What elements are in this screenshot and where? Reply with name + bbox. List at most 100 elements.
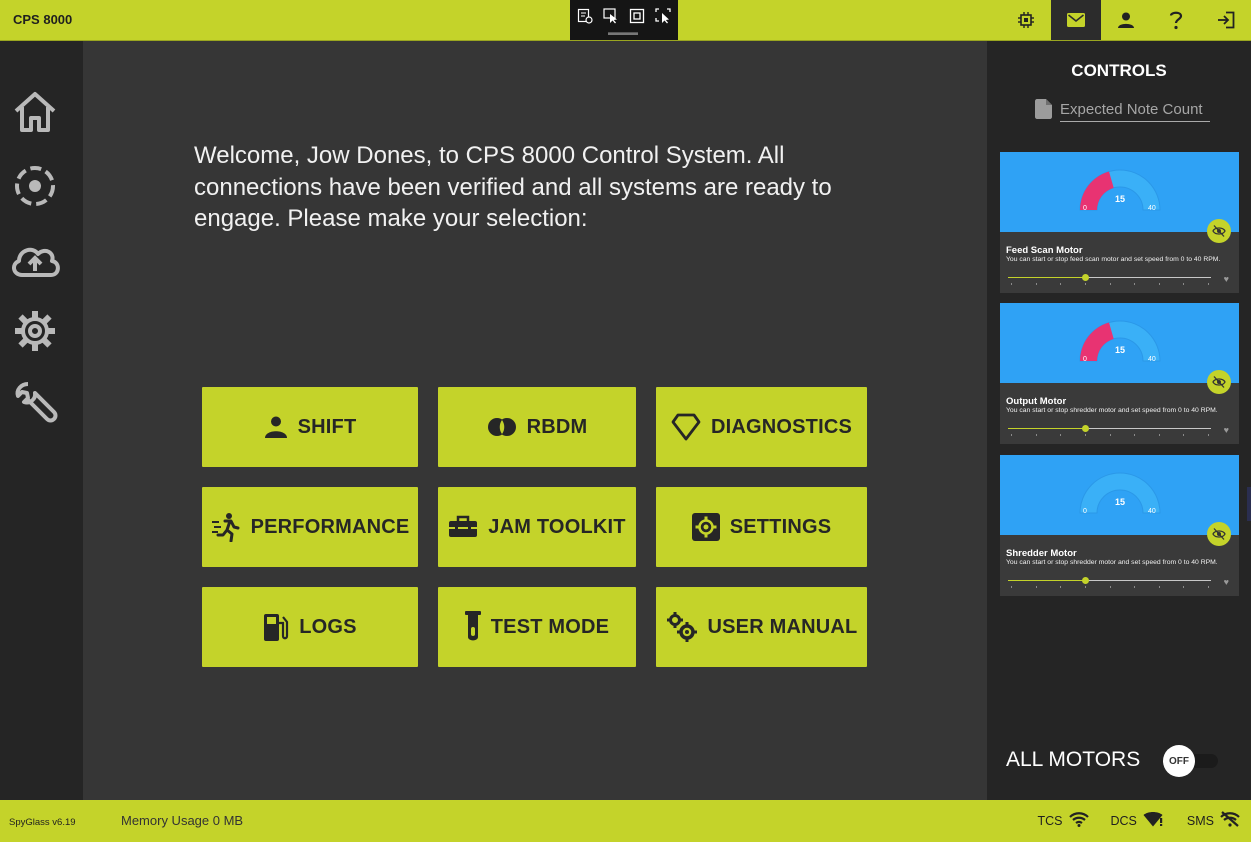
motor-gauge-min: 0 [1083,356,1087,363]
dev-toolbar [570,0,678,40]
welcome-message: Welcome, Jow Dones, to CPS 8000 Control … [194,142,832,232]
rbdm-button[interactable]: RBDM [438,387,636,467]
dcs-label: DCS [1110,813,1137,828]
connection-indicators: TCS DCS SMS [1038,811,1241,830]
motor-card: 15 0 40 Feed Scan Motor You can start or… [1000,152,1239,293]
document-icon [1035,98,1052,124]
help-icon[interactable] [1151,0,1201,40]
test-tube-icon [464,611,481,643]
user-icon[interactable] [1101,0,1151,40]
diagnostics-button-label: DIAGNOSTICS [710,415,853,438]
top-icon-bar [1001,0,1251,40]
settings-button-label: SETTINGS [729,515,832,538]
controls-panel: CONTROLS 15 0 40 Feed Scan Motor You can… [987,41,1251,800]
performance-button[interactable]: PERFORMANCE [202,487,418,567]
motor-description: You can start or stop feed scan motor an… [1006,256,1221,263]
eye-off-icon [1212,225,1226,237]
select-element-icon[interactable] [577,8,593,24]
slider-ticks [1011,283,1209,285]
rbdm-button-label: RBDM [526,415,588,438]
settings-gear-icon[interactable] [8,304,62,358]
screenshot-icon[interactable] [655,8,671,24]
memory-usage: Memory Usage 0 MB [121,813,244,828]
motor-speed-slider[interactable] [1008,425,1211,432]
controls-title: CONTROLS [1071,61,1167,80]
slider-thumb[interactable] [1082,274,1090,281]
test-mode-button-label: TEST MODE [490,615,610,638]
slider-ticks [1011,586,1209,588]
sidebar [0,41,83,800]
wifi-alert-icon [1143,811,1165,830]
toolbar-drag-handle[interactable] [608,32,638,35]
rbdm-icon [487,416,517,438]
cog-box-icon [691,513,720,541]
toolbox-icon [448,515,478,539]
user-manual-button[interactable]: USER MANUAL [656,587,867,667]
wrench-icon[interactable] [8,376,62,430]
motor-gauge-min: 0 [1083,508,1087,515]
cloud-upload-icon[interactable] [8,233,62,287]
top-bar: CPS 8000 [0,0,1251,41]
motor-description: You can start or stop shredder motor and… [1006,407,1218,414]
jam-toolkit-button[interactable]: JAM TOOLKIT [438,487,636,567]
wifi-icon [1068,811,1089,830]
mail-icon[interactable] [1051,0,1101,40]
expected-note-count [1035,98,1213,124]
fuel-icon [263,612,289,642]
toggle-knob[interactable]: OFF [1163,745,1195,777]
motor-card: 15 0 40 Shredder Motor You can start or … [1000,455,1239,596]
diagnostics-button[interactable]: DIAGNOSTICS [656,387,867,467]
motor-card: 15 0 40 Output Motor You can start or st… [1000,303,1239,444]
heart-icon[interactable]: ♥ [1224,577,1229,587]
test-mode-button[interactable]: TEST MODE [438,587,636,667]
motor-gauge-panel: 15 0 40 [1000,455,1239,535]
person-icon [264,415,288,439]
motor-speed-slider[interactable] [1008,274,1211,281]
eye-off-icon [1212,376,1226,388]
all-motors-label: ALL MOTORS [1006,748,1141,771]
target-icon[interactable] [8,159,62,213]
motor-gauge-value: 15 [1114,345,1125,355]
motor-gauge-max: 40 [1148,356,1156,363]
heart-icon[interactable]: ♥ [1224,425,1229,435]
slider-thumb[interactable] [1082,425,1090,432]
performance-button-label: PERFORMANCE [250,515,410,538]
motor-gauge-value: 15 [1114,497,1125,507]
home-icon[interactable] [8,85,62,139]
motor-name: Feed Scan Motor [1006,245,1083,256]
wifi-off-icon [1220,811,1240,830]
shift-button[interactable]: SHIFT [202,387,418,467]
heart-icon[interactable]: ♥ [1224,274,1229,284]
status-bar: SpyGlass v6.19 Memory Usage 0 MB TCS DCS… [0,800,1251,842]
motor-gauge-max: 40 [1148,205,1156,212]
motor-toggle-button[interactable] [1207,219,1231,243]
sms-label: SMS [1186,813,1214,828]
app-title: CPS 8000 [13,12,73,27]
window-edge-marker [1247,487,1251,521]
chip-icon[interactable] [1001,0,1051,40]
cogs-icon [666,611,698,643]
motor-gauge-min: 0 [1083,205,1087,212]
logout-icon[interactable] [1201,0,1251,40]
all-motors-toggle[interactable]: OFF [1163,745,1221,777]
motor-gauge-panel: 15 0 40 [1000,303,1239,383]
logs-button[interactable]: LOGS [202,587,418,667]
slider-ticks [1011,434,1209,436]
pointer-icon[interactable] [603,8,619,24]
jam-toolkit-button-label: JAM TOOLKIT [488,515,626,538]
motor-toggle-button[interactable] [1207,522,1231,546]
main-content: Welcome, Jow Dones, to CPS 8000 Control … [83,41,987,800]
motor-name: Shredder Motor [1006,548,1077,559]
running-icon [211,512,241,542]
settings-button[interactable]: SETTINGS [656,487,867,567]
motor-gauge-value: 15 [1114,194,1125,204]
motor-speed-slider[interactable] [1008,577,1211,584]
frame-icon[interactable] [629,8,645,24]
diamond-icon [671,413,701,441]
motor-gauge-max: 40 [1148,508,1156,515]
motor-description: You can start or stop shredder motor and… [1006,559,1218,566]
version-label: SpyGlass v6.19 [9,817,76,828]
motor-toggle-button[interactable] [1207,370,1231,394]
slider-thumb[interactable] [1082,577,1090,584]
expected-note-count-input[interactable] [1060,100,1210,122]
